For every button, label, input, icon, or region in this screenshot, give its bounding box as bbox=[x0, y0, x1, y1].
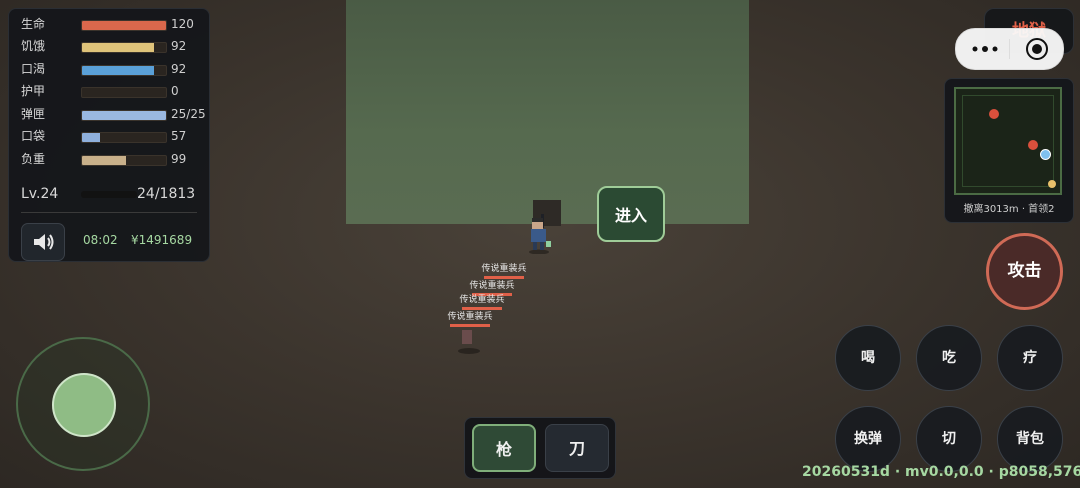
attack-button[interactable]: 攻击 bbox=[986, 233, 1063, 310]
hunger-bar bbox=[81, 42, 167, 53]
armor-bar bbox=[81, 87, 167, 98]
enemy-hp-bar bbox=[462, 307, 502, 310]
thirst-bar bbox=[81, 65, 167, 76]
stat-label: 弹匣 bbox=[21, 107, 46, 121]
switch-button[interactable]: 切 bbox=[916, 406, 982, 472]
stat-value: 92 bbox=[171, 62, 187, 76]
enemy-name: 传说重装兵 bbox=[469, 281, 515, 291]
enemy-unit[interactable]: 传说重装兵 bbox=[462, 281, 522, 296]
stat-label: 负重 bbox=[21, 152, 46, 166]
enter-button[interactable]: 进入 bbox=[597, 186, 665, 242]
more-icon[interactable] bbox=[970, 46, 1000, 52]
stat-value: 57 bbox=[171, 129, 187, 143]
speaker-icon bbox=[34, 234, 54, 250]
player-character bbox=[529, 214, 551, 254]
eat-button[interactable]: 吃 bbox=[916, 325, 982, 391]
minimap-area bbox=[954, 87, 1062, 195]
stat-value: 92 bbox=[171, 39, 187, 53]
extraction-marker bbox=[1048, 180, 1056, 188]
close-icon[interactable] bbox=[1026, 38, 1048, 60]
minimap-border bbox=[962, 95, 1054, 187]
drink-button[interactable]: 喝 bbox=[835, 325, 901, 391]
weapon-gun-button[interactable]: 枪 bbox=[472, 424, 536, 472]
stat-row-weight: 负重 99 bbox=[21, 150, 206, 168]
extraction-zone bbox=[346, 0, 749, 224]
xp-bar bbox=[81, 191, 137, 198]
joystick-knob[interactable] bbox=[52, 373, 116, 437]
stat-value: 99 bbox=[171, 152, 187, 166]
stat-row-armor: 护甲 0 bbox=[21, 82, 206, 100]
enemy-unit[interactable]: 传说重装兵 bbox=[440, 312, 500, 327]
enemy-marker bbox=[1028, 140, 1038, 150]
reload-button[interactable]: 换弹 bbox=[835, 406, 901, 472]
minimap-caption: 撤离3013m · 首领2 bbox=[963, 204, 1055, 215]
enemy-name: 传说重装兵 bbox=[459, 295, 505, 305]
weight-bar bbox=[81, 155, 167, 166]
enemy-unit[interactable]: 传说重装兵 bbox=[452, 295, 512, 310]
stat-row-thirst: 口渴 92 bbox=[21, 60, 206, 78]
stats-panel: 生命 120 饥饿 92 口渴 92 护甲 0 弹匣 25/25 口袋 57 负… bbox=[8, 8, 210, 262]
pocket-bar bbox=[81, 132, 167, 143]
enemy-shadow bbox=[458, 348, 480, 354]
enemy-hp-bar bbox=[484, 276, 524, 279]
money: ¥1491689 bbox=[131, 233, 193, 247]
divider bbox=[21, 212, 197, 213]
weapon-switch: 枪 刀 bbox=[464, 417, 616, 479]
stat-label: 生命 bbox=[21, 17, 46, 31]
miniprogram-capsule bbox=[955, 28, 1064, 70]
stat-row-magazine: 弹匣 25/25 bbox=[21, 105, 206, 123]
debug-info: 20260531d · mv0.0,0.0 · p8058,5762 bbox=[802, 464, 1080, 480]
weapon-knife-button[interactable]: 刀 bbox=[545, 424, 609, 472]
game-time: 08:02 bbox=[83, 233, 118, 247]
stat-label: 口渴 bbox=[21, 62, 46, 76]
magazine-bar bbox=[81, 110, 167, 121]
heal-button[interactable]: 疗 bbox=[997, 325, 1063, 391]
movement-joystick[interactable] bbox=[16, 337, 150, 471]
stat-row-pocket: 口袋 57 bbox=[21, 127, 206, 145]
sound-button[interactable] bbox=[21, 223, 65, 261]
enemy-unit[interactable]: 传说重装兵 bbox=[474, 264, 534, 279]
level-row: Lv.24 24/1813 bbox=[21, 183, 206, 205]
stat-value: 0 bbox=[171, 84, 179, 98]
stat-value: 120 bbox=[171, 17, 194, 31]
stat-label: 口袋 bbox=[21, 129, 46, 143]
health-bar bbox=[81, 20, 167, 31]
enemy-marker bbox=[989, 109, 999, 119]
enemy-hp-bar bbox=[450, 324, 490, 327]
player-marker bbox=[1040, 149, 1051, 160]
level-label: Lv.24 bbox=[21, 186, 59, 202]
enemy-sprite bbox=[462, 330, 472, 344]
stat-value: 25/25 bbox=[171, 107, 206, 121]
stat-row-hunger: 饥饿 92 bbox=[21, 37, 206, 55]
minimap[interactable]: 撤离3013m · 首领2 bbox=[944, 78, 1074, 223]
xp-value: 24/1813 bbox=[137, 186, 196, 202]
bag-button[interactable]: 背包 bbox=[997, 406, 1063, 472]
enemy-name: 传说重装兵 bbox=[447, 312, 493, 322]
stat-label: 饥饿 bbox=[21, 39, 46, 53]
stat-row-health: 生命 120 bbox=[21, 15, 206, 33]
capsule-separator bbox=[1009, 39, 1010, 59]
enemy-name: 传说重装兵 bbox=[481, 264, 527, 274]
stat-label: 护甲 bbox=[21, 84, 46, 98]
